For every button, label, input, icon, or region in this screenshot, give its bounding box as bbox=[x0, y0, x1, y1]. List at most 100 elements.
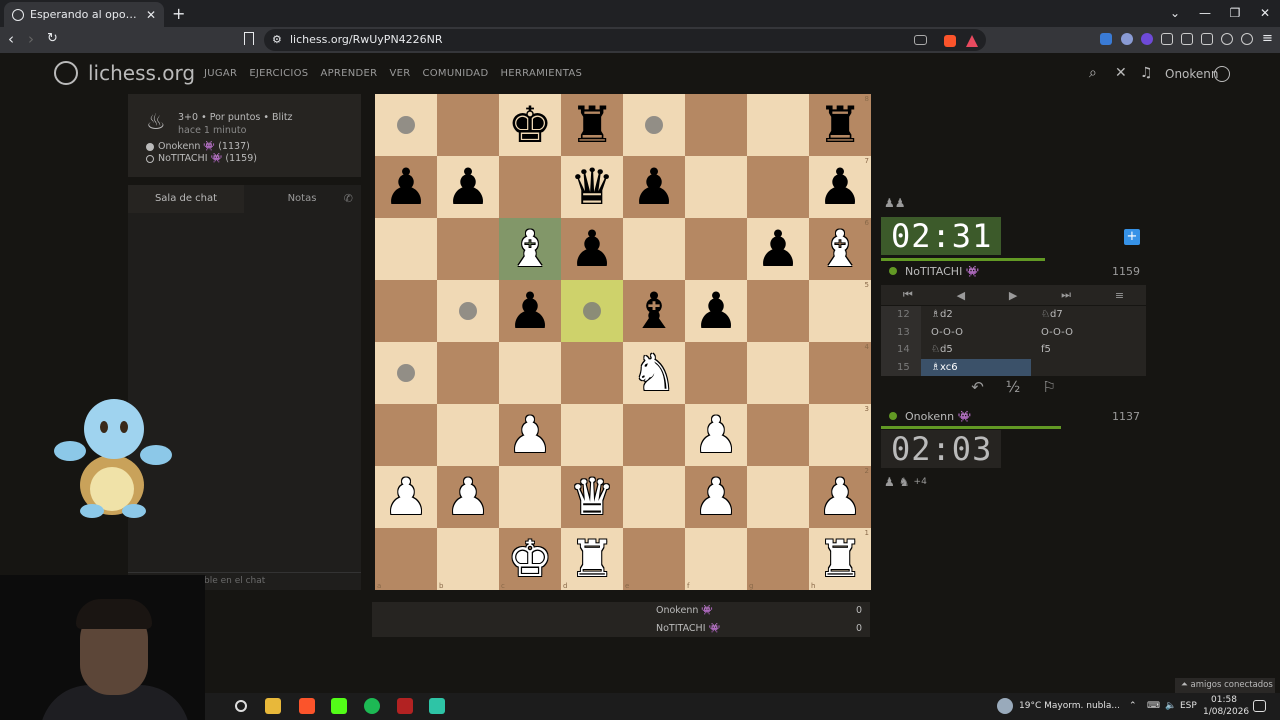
square-c6[interactable]: ♝ bbox=[499, 218, 561, 280]
resign-flag-button[interactable]: ⚐ bbox=[1042, 378, 1055, 400]
first-move-icon[interactable]: ⏮ bbox=[903, 288, 913, 302]
square-f3[interactable]: ♟ bbox=[685, 404, 747, 466]
square-c8[interactable]: ♚ bbox=[499, 94, 561, 156]
square-a8[interactable] bbox=[375, 94, 437, 156]
nav-community[interactable]: COMUNIDAD bbox=[422, 68, 488, 79]
friends-online-button[interactable]: ⏶ amigos conectados bbox=[1175, 678, 1275, 693]
reload-icon[interactable]: ↻ bbox=[47, 31, 58, 46]
black-pawn-piece[interactable]: ♟ bbox=[375, 156, 437, 218]
brave-shield-icon[interactable] bbox=[944, 35, 956, 47]
square-f7[interactable] bbox=[685, 156, 747, 218]
next-move-icon[interactable]: ▶ bbox=[1009, 289, 1017, 302]
volume-icon[interactable]: 🔈 bbox=[1165, 701, 1176, 711]
move-hint-dot[interactable] bbox=[397, 364, 415, 382]
white-pawn-piece[interactable]: ♟ bbox=[809, 466, 871, 528]
square-g1[interactable]: g bbox=[747, 528, 809, 590]
search-circle-icon[interactable] bbox=[235, 700, 247, 712]
white-queen-piece[interactable]: ♛ bbox=[561, 466, 623, 528]
black-player-name[interactable]: NoTITACHI 👾 (1159) bbox=[158, 153, 257, 164]
close-window-icon[interactable]: ✕ bbox=[1250, 0, 1280, 27]
extension-icon[interactable] bbox=[1141, 33, 1153, 45]
white-pawn-piece[interactable]: ♟ bbox=[375, 466, 437, 528]
brave-browser-icon[interactable] bbox=[299, 698, 315, 714]
brave-rewards-icon[interactable] bbox=[966, 35, 978, 47]
white-pawn-piece[interactable]: ♟ bbox=[685, 404, 747, 466]
clock-time[interactable]: 01:58 bbox=[1211, 695, 1237, 705]
bookmark-icon[interactable] bbox=[244, 32, 254, 45]
tab-close-icon[interactable]: ✕ bbox=[146, 8, 156, 22]
black-pawn-piece[interactable]: ♟ bbox=[685, 280, 747, 342]
square-h5[interactable]: 5 bbox=[809, 280, 871, 342]
move-hint-dot[interactable] bbox=[583, 302, 601, 320]
black-rook-piece[interactable]: ♜ bbox=[809, 94, 871, 156]
square-b4[interactable] bbox=[437, 342, 499, 404]
user-avatar-icon[interactable] bbox=[1214, 66, 1230, 82]
user-menu[interactable]: Onokenn bbox=[1165, 67, 1219, 81]
black-pawn-piece[interactable]: ♟ bbox=[623, 156, 685, 218]
notification-center-icon[interactable] bbox=[1253, 700, 1266, 712]
white-pawn-piece[interactable]: ♟ bbox=[499, 404, 561, 466]
nav-learn[interactable]: APRENDER bbox=[320, 68, 377, 79]
extension-icon[interactable] bbox=[1121, 33, 1133, 45]
tab-chat[interactable]: Sala de chat bbox=[128, 185, 244, 213]
square-h2[interactable]: ♟ 2 bbox=[809, 466, 871, 528]
black-move[interactable]: O-O-O bbox=[1031, 324, 1141, 342]
square-h1[interactable]: ♜ 1 h bbox=[809, 528, 871, 590]
white-bishop-piece[interactable]: ♝ bbox=[499, 218, 561, 280]
white-player-entry[interactable]: Onokenn 👾 (1137) bbox=[146, 141, 250, 152]
takeback-button[interactable]: ↶ bbox=[971, 378, 984, 400]
square-c7[interactable] bbox=[499, 156, 561, 218]
new-tab-button[interactable]: + bbox=[172, 4, 185, 23]
square-g4[interactable] bbox=[747, 342, 809, 404]
square-b6[interactable] bbox=[437, 218, 499, 280]
browser-tab[interactable]: Esperando al oponente - Jugar ✕ bbox=[4, 2, 164, 27]
restore-icon[interactable]: ❐ bbox=[1220, 0, 1250, 27]
square-g7[interactable] bbox=[747, 156, 809, 218]
square-a4[interactable] bbox=[375, 342, 437, 404]
square-b7[interactable]: ♟ bbox=[437, 156, 499, 218]
square-f1[interactable]: f bbox=[685, 528, 747, 590]
white-rook-piece[interactable]: ♜ bbox=[561, 528, 623, 590]
square-f4[interactable] bbox=[685, 342, 747, 404]
square-a3[interactable] bbox=[375, 404, 437, 466]
move-hint-dot[interactable] bbox=[645, 116, 663, 134]
last-move-icon[interactable]: ⏭ bbox=[1061, 288, 1071, 302]
white-move[interactable]: ♗d2 bbox=[921, 306, 1031, 324]
square-b1[interactable]: b bbox=[437, 528, 499, 590]
square-e6[interactable] bbox=[623, 218, 685, 280]
square-a7[interactable]: ♟ bbox=[375, 156, 437, 218]
network-icon[interactable]: ⌨ bbox=[1147, 701, 1160, 711]
square-d7[interactable]: ♛ bbox=[561, 156, 623, 218]
clock-date[interactable]: 1/08/2026 bbox=[1203, 707, 1249, 717]
square-d4[interactable] bbox=[561, 342, 623, 404]
square-a2[interactable]: ♟ bbox=[375, 466, 437, 528]
square-f6[interactable] bbox=[685, 218, 747, 280]
move-hint-dot[interactable] bbox=[397, 116, 415, 134]
black-bishop-piece[interactable]: ♝ bbox=[623, 280, 685, 342]
tab-notes[interactable]: Notas bbox=[244, 185, 360, 213]
white-move[interactable]: O-O-O bbox=[921, 324, 1031, 342]
address-bar[interactable]: ⚙ lichess.org/RwUyPN4226NR bbox=[264, 29, 986, 51]
offer-draw-button[interactable]: ½ bbox=[1006, 378, 1021, 400]
square-g5[interactable] bbox=[747, 280, 809, 342]
opponent-player-row[interactable]: NoTITACHI 👾 1159 bbox=[881, 261, 1146, 281]
wallet-icon[interactable] bbox=[1201, 33, 1213, 45]
square-d8[interactable]: ♜ bbox=[561, 94, 623, 156]
square-b2[interactable]: ♟ bbox=[437, 466, 499, 528]
white-pawn-piece[interactable]: ♟ bbox=[685, 466, 747, 528]
challenge-swords-icon[interactable]: ✕ bbox=[1115, 65, 1127, 81]
tray-overflow-icon[interactable]: ⌃ bbox=[1129, 701, 1137, 711]
spotify-icon[interactable] bbox=[364, 698, 380, 714]
opponent-name[interactable]: NoTITACHI 👾 bbox=[905, 265, 1112, 278]
back-icon[interactable]: ‹ bbox=[8, 30, 14, 48]
square-e4[interactable]: ♞ bbox=[623, 342, 685, 404]
site-info-icon[interactable]: ⚙ bbox=[272, 33, 282, 46]
square-c4[interactable] bbox=[499, 342, 561, 404]
black-move[interactable]: ♘d7 bbox=[1031, 306, 1141, 324]
square-g3[interactable] bbox=[747, 404, 809, 466]
black-player-entry[interactable]: NoTITACHI 👾 (1159) bbox=[146, 153, 257, 164]
voice-chat-icon[interactable]: ✆ bbox=[344, 192, 353, 205]
square-h4[interactable]: 4 bbox=[809, 342, 871, 404]
self-player-row[interactable]: Onokenn 👾 1137 bbox=[881, 406, 1146, 426]
square-e2[interactable] bbox=[623, 466, 685, 528]
